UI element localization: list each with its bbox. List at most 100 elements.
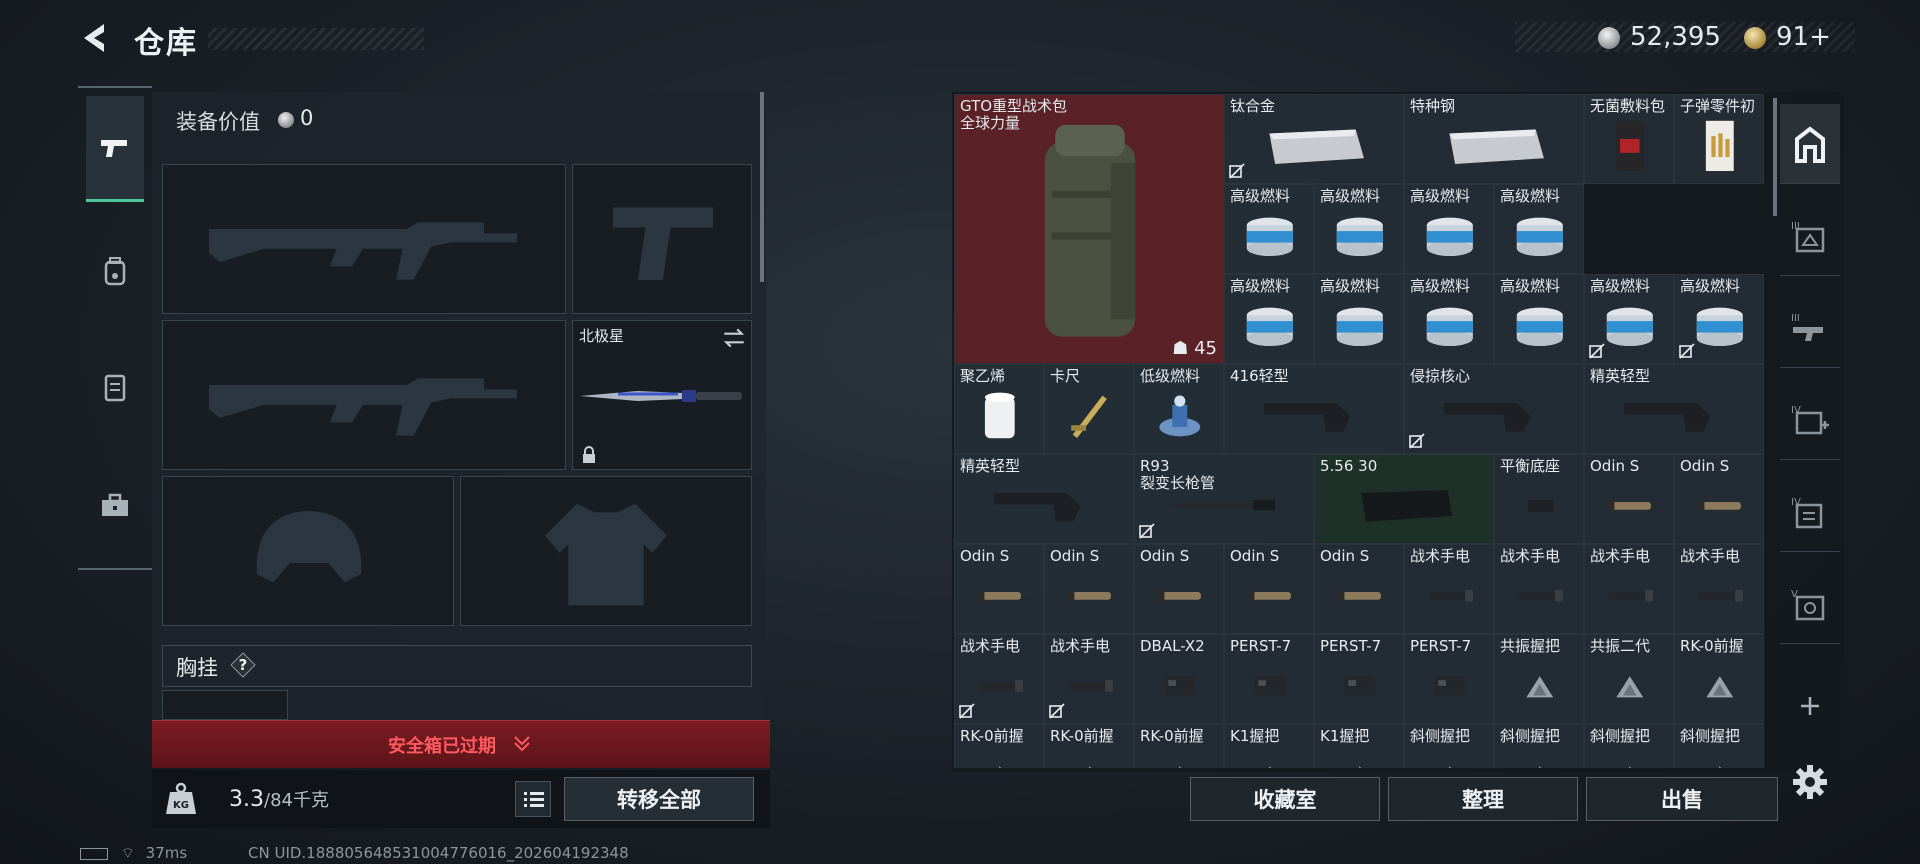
- item-name: 斜侧握把: [1590, 727, 1651, 745]
- item-cell[interactable]: Odin S: [1584, 454, 1674, 544]
- loadout-scrollbar[interactable]: [760, 92, 764, 282]
- item-cell[interactable]: Odin S: [1134, 544, 1224, 634]
- item-cell[interactable]: Odin S: [1044, 544, 1134, 634]
- primary-weapon-slot[interactable]: [162, 164, 566, 314]
- item-cell[interactable]: PERST-7: [1314, 634, 1404, 724]
- armor-slot[interactable]: [460, 476, 752, 626]
- item-cell[interactable]: PERST-7: [1404, 634, 1494, 724]
- fuel-can-icon: [1426, 308, 1474, 347]
- item-cell[interactable]: 战术手电: [954, 634, 1044, 724]
- item-cell[interactable]: 战术手电: [1494, 544, 1584, 634]
- melee-slot[interactable]: 北极星: [572, 320, 752, 470]
- fuel-can-icon: [1696, 308, 1744, 347]
- item-count: ☗ 45: [1172, 338, 1217, 359]
- item-cell[interactable]: 侵掠核心: [1404, 364, 1584, 454]
- item-cell[interactable]: 平衡底座: [1494, 454, 1584, 544]
- item-cell[interactable]: 高级燃料: [1224, 184, 1314, 274]
- item-cell[interactable]: 卡尺: [1044, 364, 1134, 454]
- tab-storage-3a[interactable]: III: [1780, 196, 1840, 276]
- odin-scope-icon: [1246, 590, 1292, 603]
- back-arrow-icon[interactable]: [78, 20, 114, 56]
- grip-placeholder-icon: [1526, 676, 1554, 698]
- item-cell[interactable]: 战术手电: [1674, 544, 1764, 634]
- knife-icon: [580, 390, 742, 402]
- item-cell[interactable]: 斜侧握把: [1584, 724, 1674, 768]
- tab-main-storage[interactable]: [1780, 104, 1840, 184]
- item-cell[interactable]: RK-0前握: [954, 724, 1044, 768]
- item-cell[interactable]: 低级燃料: [1134, 364, 1224, 454]
- item-cell[interactable]: 特种钢: [1404, 94, 1584, 184]
- sidearm-slot[interactable]: [572, 164, 752, 314]
- item-cell[interactable]: RK-0前握: [1044, 724, 1134, 768]
- chevron-down-icon: [514, 736, 530, 752]
- item-cell[interactable]: 无菌敷料包: [1584, 94, 1674, 184]
- item-cell[interactable]: 高级燃料: [1224, 274, 1314, 364]
- item-cell[interactable]: DBAL-X2: [1134, 634, 1224, 724]
- item-cell[interactable]: K1握把: [1224, 724, 1314, 768]
- item-cell[interactable]: Odin S: [954, 544, 1044, 634]
- item-cell[interactable]: 高级燃料: [1314, 274, 1404, 364]
- item-cell[interactable]: 高级燃料: [1404, 184, 1494, 274]
- item-cell[interactable]: 子弹零件初: [1674, 94, 1764, 184]
- odin-scope-icon: [976, 590, 1022, 603]
- item-cell[interactable]: Odin S: [1674, 454, 1764, 544]
- bullet-parts-icon: [1706, 121, 1734, 172]
- item-cell[interactable]: 高级燃料: [1404, 274, 1494, 364]
- metal-ingot-icon: [1449, 129, 1545, 165]
- add-storage-button[interactable]: [1780, 676, 1840, 736]
- item-cell[interactable]: 高级燃料: [1494, 184, 1584, 274]
- tab-toolbox[interactable]: [86, 452, 144, 558]
- chest-rig-slot[interactable]: [162, 690, 288, 720]
- item-cell[interactable]: 共振二代: [1584, 634, 1674, 724]
- helmet-slot[interactable]: [162, 476, 454, 626]
- secondary-weapon-slot[interactable]: [162, 320, 566, 470]
- tab-storage-4b[interactable]: IV: [1780, 472, 1840, 552]
- transfer-all-button[interactable]: 转移全部: [564, 777, 754, 821]
- item-cell[interactable]: PERST-7: [1224, 634, 1314, 724]
- item-cell[interactable]: 共振握把: [1494, 634, 1584, 724]
- settings-button[interactable]: [1790, 762, 1830, 802]
- item-cell[interactable]: 聚乙烯: [954, 364, 1044, 454]
- battery-icon: [80, 847, 108, 860]
- item-cell[interactable]: K1握把: [1314, 724, 1404, 768]
- item-cell[interactable]: RK-0前握: [1674, 634, 1764, 724]
- item-cell[interactable]: 高级燃料: [1674, 274, 1764, 364]
- sort-button[interactable]: 整理: [1388, 777, 1578, 821]
- item-cell[interactable]: 416轻型: [1224, 364, 1404, 454]
- item-cell[interactable]: 斜侧握把: [1494, 724, 1584, 768]
- sell-button[interactable]: 出售: [1586, 777, 1778, 821]
- item-cell[interactable]: 战术手电: [1044, 634, 1134, 724]
- item-cell[interactable]: Odin S: [1314, 544, 1404, 634]
- tab-storage-3b[interactable]: III: [1780, 288, 1840, 368]
- item-cell[interactable]: 战术手电: [1404, 544, 1494, 634]
- swap-icon[interactable]: [721, 325, 747, 351]
- item-cell[interactable]: 精英轻型: [1584, 364, 1764, 454]
- item-cell[interactable]: 战术手电: [1584, 544, 1674, 634]
- item-cell[interactable]: 高级燃料: [1494, 274, 1584, 364]
- item-name: GTO重型战术包 全球力量: [960, 97, 1068, 132]
- item-cell[interactable]: Odin S: [1224, 544, 1314, 634]
- item-name: 战术手电: [1410, 547, 1471, 565]
- tab-backpack[interactable]: [86, 218, 144, 324]
- help-icon[interactable]: ?: [230, 652, 256, 678]
- item-cell[interactable]: 斜侧握把: [1404, 724, 1494, 768]
- item-cell[interactable]: 高级燃料: [1584, 274, 1674, 364]
- item-cell[interactable]: RK-0前握: [1134, 724, 1224, 768]
- tab-storage-4a[interactable]: IV: [1780, 380, 1840, 460]
- list-icon: [524, 792, 544, 807]
- item-cell[interactable]: R93 裂变长枪管: [1134, 454, 1314, 544]
- warehouse-scrollbar[interactable]: [1773, 98, 1777, 216]
- item-cell[interactable]: 精英轻型: [954, 454, 1134, 544]
- item-cell[interactable]: 钛合金: [1224, 94, 1404, 184]
- list-view-button[interactable]: [515, 781, 551, 817]
- tab-weapons[interactable]: [86, 96, 144, 202]
- collection-room-button[interactable]: 收藏室: [1190, 777, 1380, 821]
- tab-vest[interactable]: [86, 334, 144, 440]
- item-cell[interactable]: 高级燃料: [1314, 184, 1404, 274]
- item-cell[interactable]: 斜侧握把: [1674, 724, 1764, 768]
- item-cell[interactable]: GTO重型战术包 全球力量 ☗ 45: [954, 94, 1224, 364]
- token-amount[interactable]: 91+: [1776, 22, 1831, 52]
- item-name: 共振二代: [1590, 637, 1651, 655]
- item-cell[interactable]: 5.56 30: [1314, 454, 1494, 544]
- tab-storage-5[interactable]: V: [1780, 564, 1840, 644]
